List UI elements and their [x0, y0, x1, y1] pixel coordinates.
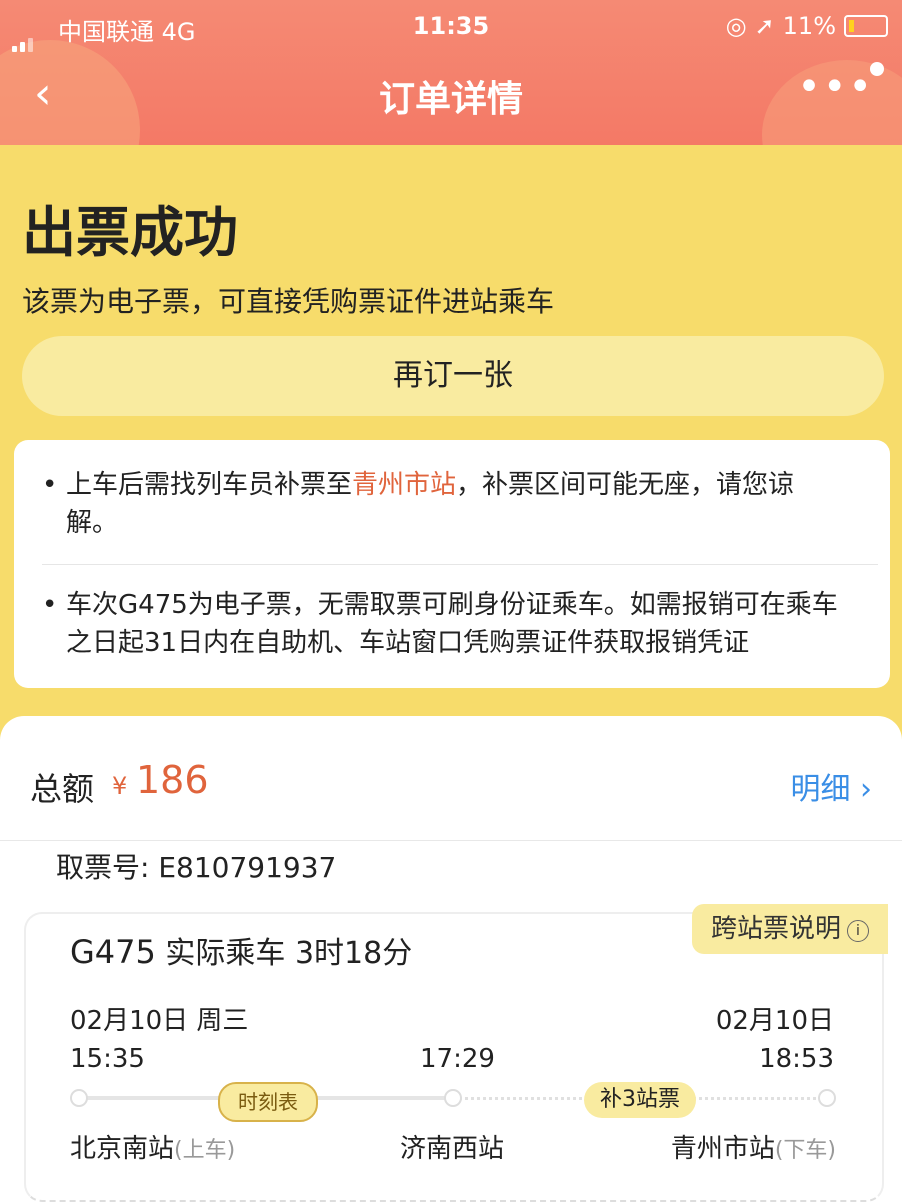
arrive-time: 18:53	[759, 1044, 834, 1074]
train-number: G475	[70, 933, 156, 971]
notice-card: • 上车后需找列车员补票至青州市站，补票区间可能无座，请您谅解。 • 车次G47…	[14, 440, 890, 688]
more-icon[interactable]: •••	[797, 64, 874, 110]
detail-link[interactable]: 明细 ›	[790, 764, 872, 808]
depart-time: 15:35	[70, 1044, 145, 1074]
info-icon: i	[847, 920, 869, 942]
notice-text: 上车后需找列车员补票至	[66, 470, 353, 500]
pickup-number: 取票号: E810791937	[56, 851, 337, 884]
station-name: 北京南站	[70, 1134, 175, 1164]
alighting-tag: (下车)	[774, 1138, 836, 1163]
divider	[0, 840, 902, 841]
notice-text: 车次G475为电子票，无需取票可刷身份证乘车。如需报销可在乘车之日起31日内在自…	[66, 590, 838, 658]
total-amount: 186	[136, 758, 209, 802]
train-summary: G475 实际乘车 3时18分	[70, 928, 412, 972]
notification-dot	[870, 62, 884, 76]
total-label: 总额	[30, 770, 95, 808]
ride-duration: 实际乘车 3时18分	[165, 936, 413, 971]
arrive-node	[818, 1089, 836, 1107]
rebook-button[interactable]: 再订一张	[22, 336, 884, 416]
station-link: 青州市站	[352, 470, 457, 500]
orientation-lock-icon: ◎	[725, 12, 747, 40]
mid-station: 济南西站	[400, 1134, 505, 1164]
battery-percent: 11%	[782, 12, 836, 40]
bullet: •	[42, 590, 58, 620]
header: 中国联通 4G 11:35 ◎ ➚ 11% ‹ 订单详情 •••	[0, 0, 902, 145]
page-title: 订单详情	[378, 79, 523, 120]
cross-station-tip-button[interactable]: 跨站票说明 i	[692, 904, 888, 954]
station-name: 青州市站	[670, 1134, 775, 1164]
divider	[42, 564, 878, 565]
depart-station: 北京南站(上车)	[70, 1128, 235, 1165]
battery-icon	[844, 15, 888, 37]
boarding-tag: (上车)	[174, 1138, 236, 1163]
depart-date: 02月10日 周三	[70, 1006, 249, 1036]
mid-time: 17:29	[420, 1044, 495, 1074]
nav-bar: ‹ 订单详情 •••	[0, 60, 902, 130]
arrive-station: 青州市站(下车)	[671, 1128, 836, 1165]
depart-node	[70, 1089, 88, 1107]
mid-node	[444, 1089, 462, 1107]
cross-tip-label: 跨站票说明	[710, 914, 841, 944]
location-icon: ➚	[754, 12, 775, 40]
notice-item: • 上车后需找列车员补票至青州市站，补票区间可能无座，请您谅解。	[42, 466, 842, 542]
bullet: •	[42, 470, 58, 500]
result-title: 出票成功	[22, 201, 238, 264]
currency-symbol: ¥	[112, 772, 128, 800]
supplement-badge: 补3站票	[584, 1082, 696, 1118]
notice-item: • 车次G475为电子票，无需取票可刷身份证乘车。如需报销可在乘车之日起31日内…	[42, 586, 842, 662]
status-bar: 中国联通 4G 11:35 ◎ ➚ 11%	[0, 8, 902, 52]
schedule-button[interactable]: 时刻表	[218, 1082, 318, 1122]
arrive-date: 02月10日	[715, 1006, 834, 1036]
result-subtitle: 该票为电子票，可直接凭购票证件进站乘车	[22, 285, 555, 318]
